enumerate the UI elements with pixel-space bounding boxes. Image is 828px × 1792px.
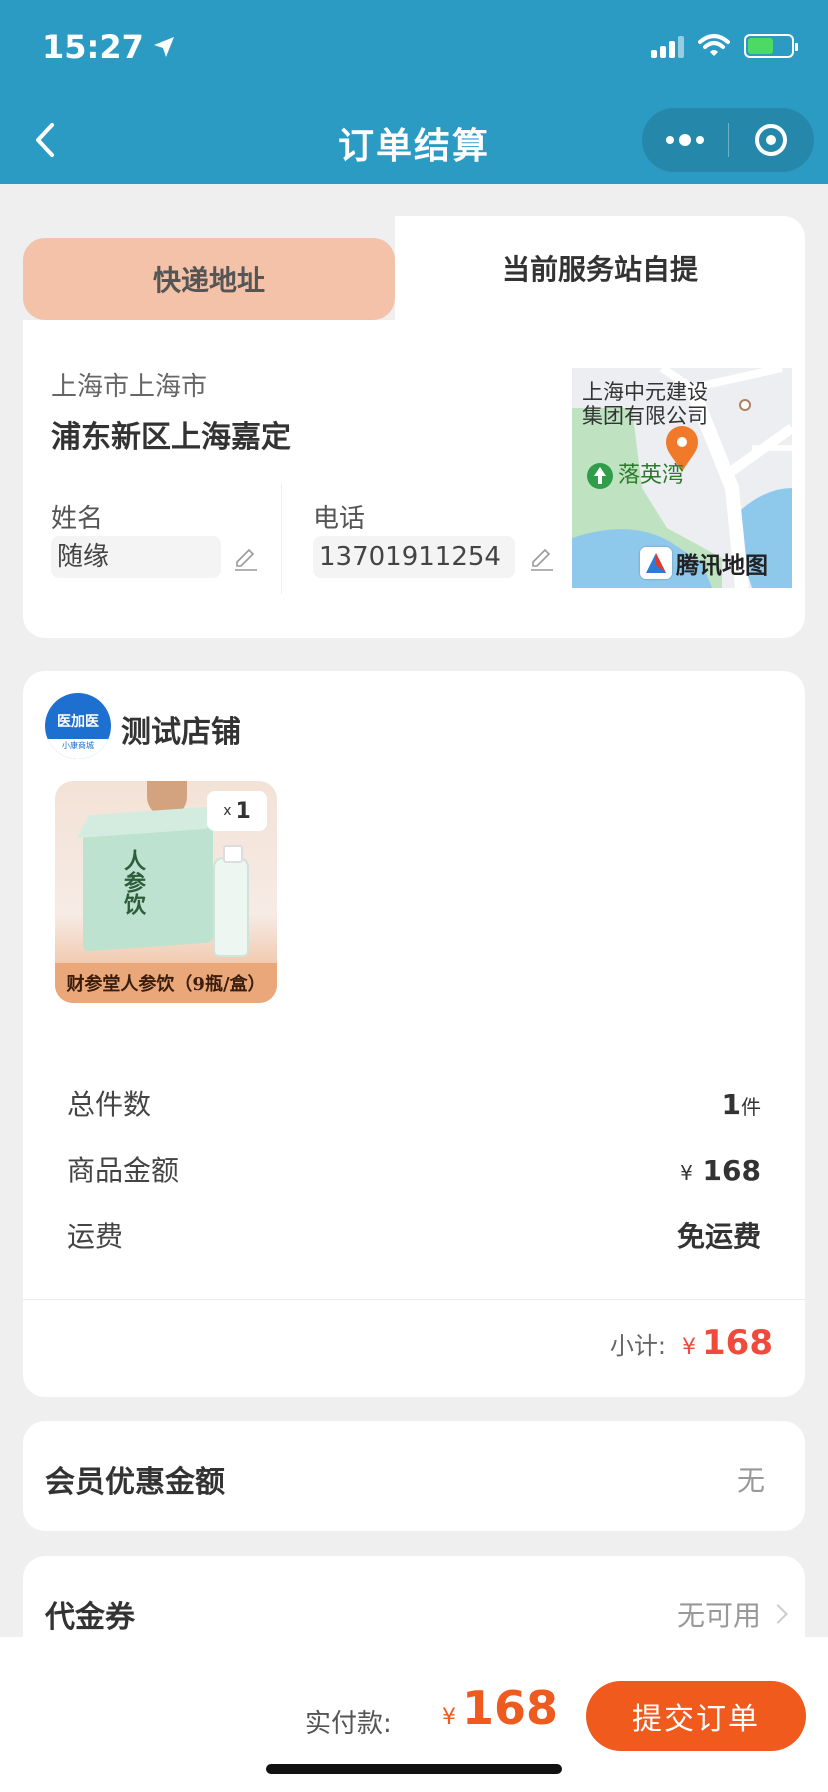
member-discount-row[interactable]: 会员优惠金额 无 <box>23 1421 805 1531</box>
summary-value: 1件 <box>721 1088 761 1121</box>
wifi-icon <box>698 34 730 56</box>
close-miniprogram-button[interactable] <box>729 108 815 172</box>
more-dot-icon <box>695 136 704 144</box>
edit-pencil-icon[interactable] <box>529 546 555 572</box>
subtotal: 小计: ¥ 168 <box>610 1323 773 1363</box>
summary-row-total-items: 总件数 1件 <box>67 1083 761 1123</box>
product-bottle-image <box>213 845 249 957</box>
summary-label: 总件数 <box>67 1088 152 1121</box>
address-city: 上海市上海市 <box>51 372 208 402</box>
address-district: 浦东新区上海嘉定 <box>51 420 291 455</box>
pay-currency: ¥ <box>442 1705 456 1730</box>
subtotal-label: 小计: <box>609 1332 667 1360</box>
more-dot-icon <box>678 134 691 146</box>
member-discount-label: 会员优惠金额 <box>45 1465 225 1500</box>
voucher-label: 代金券 <box>45 1600 135 1635</box>
product-box-text: 人参饮 <box>120 849 146 915</box>
name-field[interactable]: 随缘 <box>51 536 221 578</box>
summary-row-goods-amount: 商品金额 ¥ 168 <box>67 1149 761 1189</box>
product-card[interactable]: 人参饮 x 1 财参堂人参饮（9瓶/盒） <box>55 781 277 1003</box>
phone-label: 电话 <box>313 504 366 534</box>
battery-icon <box>744 34 798 58</box>
status-icons <box>651 34 798 58</box>
park-tree-icon <box>587 463 613 489</box>
target-circle-icon <box>755 124 788 156</box>
qty-value: 1 <box>235 798 251 824</box>
summary-label: 运费 <box>67 1220 124 1253</box>
map-provider-text: 腾讯地图 <box>676 553 768 579</box>
shop-logo-text: 医加医 <box>57 714 99 730</box>
quantity-badge: x 1 <box>207 791 267 831</box>
status-time: 15:27 <box>42 28 176 66</box>
subtotal-value: 168 <box>702 1323 773 1363</box>
shop-card: 医加医 小康商城 测试店铺 人参饮 x 1 财参堂人参饮（9瓶/盒） 总件数 1… <box>23 671 805 1397</box>
map-provider-badge: 腾讯地图 <box>640 546 768 580</box>
member-discount-value: 无 <box>736 1464 765 1497</box>
poi-dot-icon <box>739 399 751 411</box>
pay-amount: 168 <box>462 1681 559 1735</box>
more-button[interactable] <box>642 108 728 172</box>
summary-value: 免运费 <box>676 1220 761 1253</box>
location-arrow-icon <box>153 37 174 57</box>
voucher-value: 无可用 <box>677 1594 788 1634</box>
phone-field[interactable]: 13701911254 <box>313 536 515 578</box>
map-poi-label: 上海中元建设 <box>582 380 708 404</box>
nav-header: 15:27 订单结算 <box>0 0 828 184</box>
product-name: 财参堂人参饮（9瓶/盒） <box>55 963 277 1003</box>
shop-logo: 医加医 小康商城 <box>45 693 111 759</box>
shop-name: 测试店铺 <box>121 715 241 750</box>
home-indicator[interactable] <box>266 1764 562 1774</box>
summary-value: ¥ 168 <box>680 1154 761 1187</box>
miniprogram-capsule <box>642 108 814 172</box>
chevron-right-icon <box>768 1604 788 1624</box>
qty-prefix: x <box>223 803 232 819</box>
shop-logo-subtext: 小康商城 <box>45 739 111 759</box>
more-dot-icon <box>665 136 674 144</box>
tab-self-pickup[interactable]: 当前服务站自提 <box>395 216 805 320</box>
summary-label: 商品金额 <box>67 1154 180 1187</box>
edit-pencil-icon[interactable] <box>233 546 259 572</box>
clock-text: 15:27 <box>42 28 144 66</box>
tab-express-address[interactable]: 快递地址 <box>23 238 395 320</box>
summary-row-shipping: 运费 免运费 <box>67 1215 761 1255</box>
address-card: 快递地址 当前服务站自提 上海市上海市 浦东新区上海嘉定 姓名 随缘 电话 13… <box>23 216 805 638</box>
cellular-signal-icon <box>651 34 684 58</box>
location-map[interactable]: 上海中元建设 集团有限公司 落英湾 腾讯地图 <box>572 368 792 588</box>
pay-label: 实付款: <box>305 1709 392 1739</box>
compass-icon <box>640 547 672 579</box>
subtotal-currency: ¥ <box>682 1335 697 1360</box>
name-label: 姓名 <box>51 504 104 534</box>
divider <box>23 1299 805 1300</box>
submit-order-button[interactable]: 提交订单 <box>586 1681 806 1751</box>
map-green-label: 落英湾 <box>618 463 685 488</box>
